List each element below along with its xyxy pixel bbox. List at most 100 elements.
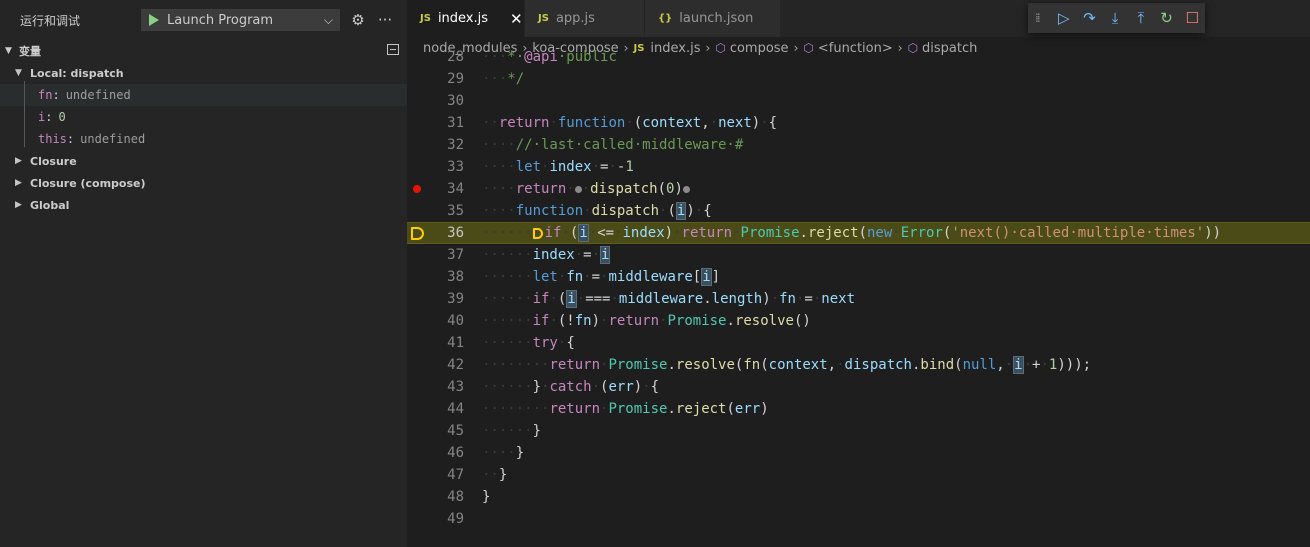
restart-icon[interactable]: ↻ xyxy=(1154,7,1180,29)
code-line[interactable]: 33 ····let·index·=·-1 xyxy=(407,156,1310,178)
inline-execution-icon xyxy=(532,227,543,239)
scope-closure[interactable]: ▶ Closure xyxy=(0,150,407,172)
code-text: ····} xyxy=(482,445,525,461)
js-file-icon: JS xyxy=(420,13,431,24)
line-number: 35 xyxy=(447,203,464,219)
stop-icon[interactable]: ☐ xyxy=(1179,7,1205,29)
code-text: ········return·Promise.reject(err) xyxy=(482,401,769,417)
tab-app-js[interactable]: JS app.js xyxy=(525,0,645,37)
code-line[interactable]: 35 ····function·dispatch·(i)·{ xyxy=(407,200,1310,222)
step-into-icon[interactable]: ⤓ xyxy=(1102,7,1128,29)
code-line[interactable]: 31 ··return·function·(context,·next)·{ xyxy=(407,112,1310,134)
variable-name: fn xyxy=(38,88,53,102)
line-number: 32 xyxy=(447,137,464,153)
tab-label: app.js xyxy=(555,11,595,26)
inline-breakpoint-icon[interactable] xyxy=(682,185,690,193)
line-number: 36 xyxy=(447,225,464,241)
code-line[interactable]: 32 ····//·last·called·middleware·# xyxy=(407,134,1310,156)
chevron-down-icon: ▼ xyxy=(15,68,22,78)
variable-row-fn[interactable]: fn: undefined xyxy=(0,84,407,106)
code-line[interactable]: 38 ······let·fn·=·middleware[i] xyxy=(407,266,1310,288)
scope-label: Closure (compose) xyxy=(30,176,146,190)
tab-label: launch.json xyxy=(679,11,754,26)
collapse-all-icon[interactable] xyxy=(387,44,399,55)
line-number: 39 xyxy=(447,291,464,307)
code-text: ······ if·(i·<=·index)·return·Promise.rej… xyxy=(482,224,1222,242)
code-text: ······if·(!fn)·return·Promise.resolve() xyxy=(482,313,811,329)
code-line[interactable]: 45 ······} xyxy=(407,420,1310,442)
drag-handle-icon[interactable]: ⁞⁞ xyxy=(1035,11,1043,25)
more-actions-icon[interactable]: ··· xyxy=(376,11,394,29)
colon: : xyxy=(45,110,53,124)
variable-row-i[interactable]: i:0 xyxy=(0,106,407,128)
code-text: ········return·Promise.resolve(fn(contex… xyxy=(482,356,1092,374)
editor-area: JS index.js ✕ JS app.js {} launch.json ⁞… xyxy=(407,0,1310,547)
launch-config-select[interactable]: Launch Program ⌵ xyxy=(141,9,340,31)
code-line[interactable]: 47 ··} xyxy=(407,464,1310,486)
code-line[interactable]: 49 xyxy=(407,508,1310,530)
tab-launch-json[interactable]: {} launch.json xyxy=(645,0,781,37)
chevron-down-icon: ▼ xyxy=(5,46,12,56)
code-line[interactable]: 28 ···*·@api·public xyxy=(407,46,1310,68)
chevron-right-icon: ▶ xyxy=(15,200,22,210)
code-line[interactable]: 42 ········return·Promise.resolve(fn(cont… xyxy=(407,354,1310,376)
code-line[interactable]: 40 ······if·(!fn)·return·Promise.resolve(… xyxy=(407,310,1310,332)
debug-toolbar: ⁞⁞ ▷ ↷ ⤓ ⤒ ↻ ☐ xyxy=(1028,3,1205,33)
code-line-breakpoint[interactable]: 34 ····return· ·dispatch(0) xyxy=(407,178,1310,200)
code-text: ····//·last·called·middleware·# xyxy=(482,137,744,153)
line-number: 47 xyxy=(447,467,464,483)
code-text: ······} xyxy=(482,423,542,439)
start-debugging-icon[interactable] xyxy=(149,14,159,26)
variable-value: undefined xyxy=(65,88,131,102)
line-number: 38 xyxy=(447,269,464,285)
variable-row-this[interactable]: this: undefined xyxy=(0,128,407,150)
code-line[interactable]: 30 xyxy=(407,90,1310,112)
tab-index-js[interactable]: JS index.js ✕ xyxy=(407,0,525,37)
scope-local-dispatch[interactable]: ▼ Local: dispatch xyxy=(0,62,407,84)
code-text: ··} xyxy=(482,467,508,483)
inline-breakpoint-icon[interactable] xyxy=(574,185,582,193)
code-text: ···*/ xyxy=(482,71,525,87)
line-number: 28 xyxy=(447,49,464,65)
code-line[interactable]: 37 ······index·=·i xyxy=(407,244,1310,266)
line-number: 43 xyxy=(447,379,464,395)
code-line[interactable]: 29 ···*/ xyxy=(407,68,1310,90)
code-line[interactable]: 48} xyxy=(407,486,1310,508)
code-line[interactable]: 39 ······if·(i·===·middleware.length)·fn·… xyxy=(407,288,1310,310)
step-out-icon[interactable]: ⤒ xyxy=(1128,7,1154,29)
scope-global[interactable]: ▶ Global xyxy=(0,194,407,216)
run-debug-header: 运行和调试 Launch Program ⌵ ⚙ ··· xyxy=(0,0,407,40)
chevron-right-icon: ▶ xyxy=(15,156,22,166)
variable-value: 0 xyxy=(58,110,66,124)
code-text: ······let·fn·=·middleware[i] xyxy=(482,268,721,286)
code-line-current[interactable]: 36 ······ if·(i·<=·index)·return·Promise.r… xyxy=(407,222,1310,244)
json-file-icon: {} xyxy=(658,13,673,24)
line-number: 49 xyxy=(447,511,464,527)
code-line[interactable]: 46 ····} xyxy=(407,442,1310,464)
code-text: ······try·{ xyxy=(482,335,575,351)
code-text: ····function·dispatch·(i)·{ xyxy=(482,202,712,220)
gear-icon[interactable]: ⚙ xyxy=(349,11,367,29)
continue-icon[interactable]: ▷ xyxy=(1051,7,1077,29)
scope-closure-compose[interactable]: ▶ Closure (compose) xyxy=(0,172,407,194)
chevron-down-icon[interactable]: ⌵ xyxy=(324,13,333,28)
debug-sidebar: 运行和调试 Launch Program ⌵ ⚙ ··· ▼ 变量 ▼ Loca… xyxy=(0,0,407,547)
variable-name: i xyxy=(38,110,46,124)
close-icon[interactable]: ✕ xyxy=(510,10,523,28)
code-line[interactable]: 41 ······try·{ xyxy=(407,332,1310,354)
code-text: ····return· ·dispatch(0) xyxy=(482,178,690,200)
step-over-icon[interactable]: ↷ xyxy=(1077,7,1103,29)
code-text: ······}·catch·(err)·{ xyxy=(482,379,660,395)
code-text: ··return·function·(context,·next)·{ xyxy=(482,115,778,131)
line-number: 29 xyxy=(447,71,464,87)
code-text: ······index·=·i xyxy=(482,246,611,264)
scope-label: Closure xyxy=(30,154,77,168)
line-number: 33 xyxy=(447,159,464,175)
variables-section-header[interactable]: ▼ 变量 xyxy=(0,40,407,62)
code-line[interactable]: 44 ········return·Promise.reject(err) xyxy=(407,398,1310,420)
code-line[interactable]: 43 ······}·catch·(err)·{ xyxy=(407,376,1310,398)
colon: : xyxy=(66,132,75,146)
js-file-icon: JS xyxy=(538,13,549,24)
line-number: 44 xyxy=(447,401,464,417)
code-editor[interactable]: 28 ···*·@api·public 29 ···*/ 30 31 ··return… xyxy=(407,46,1310,540)
